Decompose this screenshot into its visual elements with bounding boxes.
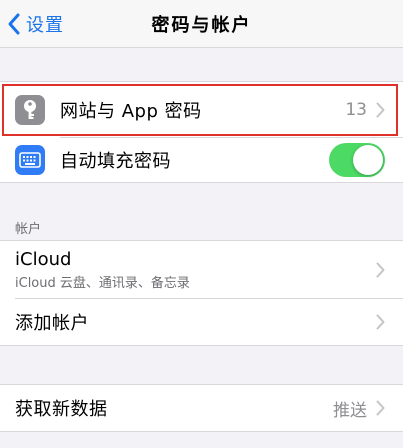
icloud-title: iCloud [15,249,72,270]
icloud-subtitle: iCloud 云盘、通讯录、备忘录 [15,276,190,291]
chevron-right-icon [376,314,385,330]
website-passwords-row[interactable]: 网站与 App 密码 13 [0,82,403,138]
toggle-knob [353,145,383,175]
chevron-right-icon [376,400,385,416]
passwords-group: 网站与 App 密码 13 自动填充密码 [0,81,403,183]
chevron-right-icon [376,102,385,118]
icloud-row[interactable]: iCloud iCloud 云盘、通讯录、备忘录 [0,241,403,299]
fetch-new-data-label: 获取新数据 [15,399,108,420]
navigation-bar: 设置 密码与帐户 [0,0,403,48]
autofill-passwords-row: 自动填充密码 [0,138,403,182]
page-title: 密码与帐户 [151,15,252,36]
add-account-label: 添加帐户 [15,313,89,334]
add-account-row[interactable]: 添加帐户 [0,299,403,345]
fetch-new-data-row[interactable]: 获取新数据 推送 [0,385,403,431]
website-passwords-label: 网站与 App 密码 [60,101,202,122]
fetch-group: 获取新数据 推送 [0,384,403,432]
autofill-passwords-label: 自动填充密码 [60,151,171,172]
fetch-new-data-value: 推送 [333,400,367,421]
accounts-group: iCloud iCloud 云盘、通讯录、备忘录 添加帐户 [0,240,403,346]
key-icon [15,95,45,125]
chevron-right-icon [376,262,385,278]
icloud-text: iCloud iCloud 云盘、通讯录、备忘录 [15,249,190,291]
password-count: 13 [345,100,367,120]
accounts-section-header: 帐户 [15,222,42,237]
keyboard-icon [15,145,45,175]
autofill-toggle[interactable] [329,143,385,177]
